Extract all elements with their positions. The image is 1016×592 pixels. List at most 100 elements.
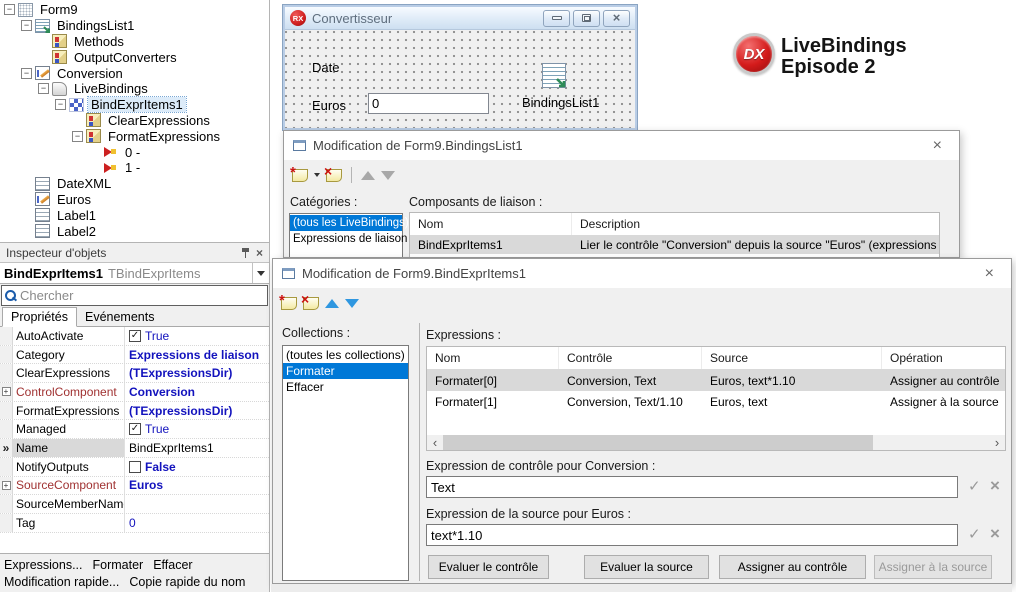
list-item[interactable]: Expressions de liaison — [290, 231, 402, 247]
close-icon[interactable]: × — [925, 138, 950, 154]
property-row-tag[interactable]: Tag 0 — [0, 514, 269, 533]
clear-x-icon[interactable]: × — [990, 476, 1000, 496]
property-row-controlcomponent[interactable]: + ControlComponent Conversion — [0, 383, 269, 402]
link-expressions[interactable]: Expressions... — [4, 558, 83, 572]
delete-binding-icon[interactable] — [326, 169, 342, 182]
property-row-autoactivate[interactable]: AutoActivate ✓True — [0, 327, 269, 346]
collapse-icon[interactable]: − — [38, 83, 49, 94]
pin-icon[interactable] — [241, 248, 250, 258]
property-row-managed[interactable]: Managed ✓True — [0, 420, 269, 439]
property-row-clearexpressions[interactable]: ClearExpressions (TExpressionsDir) — [0, 364, 269, 383]
expressions-table[interactable]: Nom Contrôle Source Opération Formater[0… — [426, 346, 1006, 451]
validate-check-icon[interactable]: ✓ — [968, 525, 981, 543]
maximize-button[interactable] — [573, 10, 600, 27]
property-row-sourcecomponent[interactable]: + SourceComponent Euros — [0, 477, 269, 496]
checkbox-unchecked[interactable] — [129, 461, 141, 473]
collapse-icon[interactable]: − — [21, 20, 32, 31]
table-row[interactable]: Formater[1] Conversion, Text/1.10 Euros,… — [427, 391, 1005, 412]
table-row[interactable]: BindExprItems1 Lier le contrôle "Convers… — [410, 236, 939, 254]
delete-expression-icon[interactable] — [303, 297, 319, 310]
scrollbar-thumb[interactable] — [443, 435, 873, 450]
property-row-category[interactable]: Category Expressions de liaison — [0, 346, 269, 365]
move-down-icon[interactable] — [345, 299, 359, 308]
tree-node-bindingslist1[interactable]: − BindingsList1 — [0, 18, 269, 34]
tree-node-methods[interactable]: Methods — [0, 34, 269, 50]
tree-node-expression-1[interactable]: 1 - — [0, 160, 269, 176]
tree-node-label2[interactable]: Label2 — [0, 223, 269, 239]
instance-dropdown-button[interactable] — [252, 263, 269, 283]
dialog-titlebar[interactable]: Modification de Form9.BindExprItems1 × — [273, 259, 1011, 288]
checkbox-checked[interactable]: ✓ — [129, 423, 141, 435]
categories-listbox[interactable]: (tous les LiveBindings) Expressions de l… — [289, 213, 403, 258]
property-row-name[interactable]: » Name BindExprItems1 — [0, 439, 269, 458]
list-item[interactable]: (toutes les collections) — [283, 347, 408, 363]
link-formater[interactable]: Formater — [93, 558, 144, 572]
list-item[interactable]: (tous les LiveBindings) — [290, 215, 402, 231]
property-row-notifyoutputs[interactable]: NotifyOutputs False — [0, 458, 269, 477]
validate-check-icon[interactable]: ✓ — [968, 477, 981, 495]
property-row-formatexpressions[interactable]: FormatExpressions (TExpressionsDir) — [0, 402, 269, 421]
tree-node-conversion[interactable]: − Conversion — [0, 65, 269, 81]
move-up-icon[interactable] — [361, 171, 375, 180]
minimize-button[interactable] — [543, 10, 570, 27]
date-label[interactable]: Date — [312, 60, 339, 75]
table-header[interactable]: Nom Contrôle Source Opération — [427, 347, 1005, 370]
instance-selector[interactable]: BindExprItems1 TBindExprItems — [0, 262, 269, 284]
tree-node-expression-0[interactable]: 0 - — [0, 144, 269, 160]
form-titlebar[interactable]: RX Convertisseur × — [285, 7, 635, 30]
close-icon[interactable]: × — [977, 266, 1002, 282]
link-modification-rapide[interactable]: Modification rapide... — [4, 575, 119, 589]
add-binding-icon[interactable] — [292, 169, 308, 182]
close-button[interactable]: × — [603, 10, 630, 27]
collapse-icon[interactable]: − — [72, 131, 83, 142]
bindingslist-component-label[interactable]: BindingsList1 — [522, 95, 599, 110]
add-expression-icon[interactable] — [281, 297, 297, 310]
form-design-surface[interactable]: Date Euros Dollars US BindingsList1 — [285, 30, 635, 130]
splitter[interactable] — [419, 323, 420, 581]
assign-to-control-button[interactable]: Assigner au contrôle — [719, 555, 866, 579]
horizontal-scrollbar[interactable]: ‹ › — [427, 435, 1005, 450]
close-icon[interactable]: × — [256, 248, 263, 258]
collapse-icon[interactable]: − — [4, 4, 15, 15]
checkbox-checked[interactable]: ✓ — [129, 330, 141, 342]
control-expression-field[interactable] — [426, 476, 958, 498]
expand-icon[interactable]: + — [2, 387, 11, 396]
link-copie-rapide[interactable]: Copie rapide du nom — [129, 575, 245, 589]
tree-node-datexml[interactable]: DateXML — [0, 176, 269, 192]
collapse-icon[interactable]: − — [21, 68, 32, 79]
euros-label[interactable]: Euros — [312, 98, 346, 113]
source-expression-field[interactable] — [426, 524, 958, 546]
collections-listbox[interactable]: (toutes les collections) Formater Efface… — [282, 345, 409, 581]
list-item[interactable]: Formater — [283, 363, 408, 379]
add-dropdown-icon[interactable] — [314, 173, 320, 177]
tree-node-livebindings[interactable]: − LiveBindings — [0, 81, 269, 97]
tree-node-formatexpressions[interactable]: − FormatExpressions — [0, 128, 269, 144]
link-effacer[interactable]: Effacer — [153, 558, 192, 572]
table-header[interactable]: Nom Description — [410, 213, 939, 236]
tree-node-bindexpritems1[interactable]: − BindExprItems1 — [0, 97, 269, 113]
table-row[interactable]: Formater[0] Conversion, Text Euros, text… — [427, 370, 1005, 391]
tree-node-clearexpressions[interactable]: ClearExpressions — [0, 113, 269, 129]
scroll-right-icon[interactable]: › — [989, 435, 1005, 450]
expand-icon[interactable]: + — [2, 481, 11, 490]
bindingslist-component-icon[interactable] — [542, 63, 566, 88]
collapse-icon[interactable]: − — [55, 99, 66, 110]
clear-x-icon[interactable]: × — [990, 524, 1000, 544]
dialog-titlebar[interactable]: Modification de Form9.BindingsList1 × — [284, 131, 959, 160]
move-down-icon[interactable] — [381, 171, 395, 180]
tree-node-label1[interactable]: Label1 — [0, 207, 269, 223]
tree-node-outputconverters[interactable]: OutputConverters — [0, 49, 269, 65]
tree-node-form9[interactable]: − Form9 — [0, 2, 269, 18]
property-row-sourcemembername[interactable]: SourceMemberName — [0, 495, 269, 514]
components-table[interactable]: Nom Description BindExprItems1 Lier le c… — [409, 212, 940, 258]
evaluate-control-button[interactable]: Evaluer le contrôle — [428, 555, 549, 579]
move-up-icon[interactable] — [325, 299, 339, 308]
euros-field[interactable] — [368, 93, 489, 114]
tree-node-euros[interactable]: Euros — [0, 192, 269, 208]
tab-events[interactable]: Evénements — [77, 308, 162, 326]
evaluate-source-button[interactable]: Evaluer la source — [584, 555, 709, 579]
list-item[interactable]: Effacer — [283, 379, 408, 395]
tab-properties[interactable]: Propriétés — [2, 307, 77, 327]
scroll-left-icon[interactable]: ‹ — [427, 435, 443, 450]
search-input[interactable] — [20, 288, 240, 303]
